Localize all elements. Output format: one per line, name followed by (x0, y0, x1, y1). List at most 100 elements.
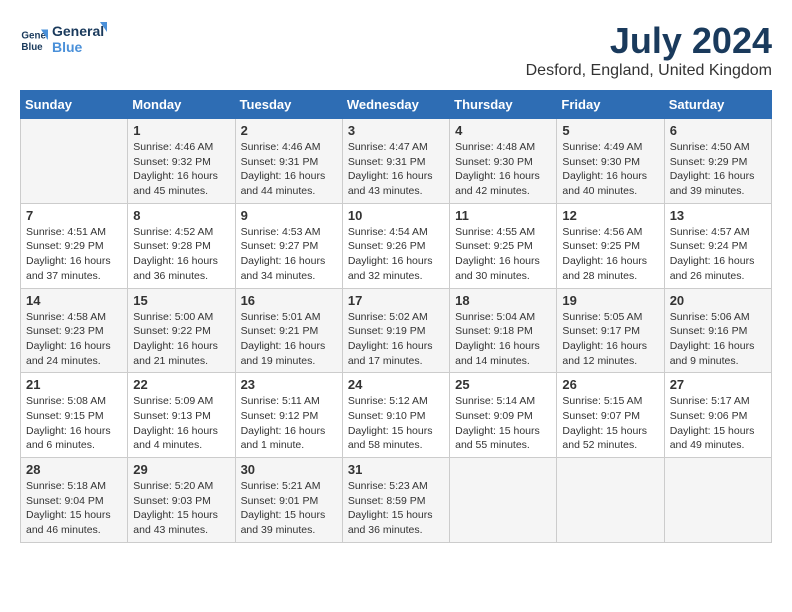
calendar-week-row: 21 Sunrise: 5:08 AM Sunset: 9:15 PM Dayli… (21, 373, 772, 458)
day-info: Sunrise: 5:08 AM Sunset: 9:15 PM Dayligh… (26, 394, 122, 453)
table-row: 9Sunrise: 4:53 AM Sunset: 9:27 PM Daylig… (235, 203, 342, 288)
calendar-week-row: 1Sunrise: 4:46 AM Sunset: 9:32 PM Daylig… (21, 119, 772, 204)
table-row: 30Sunrise: 5:21 AM Sunset: 9:01 PM Dayli… (235, 458, 342, 543)
day-info: Sunrise: 5:11 AM Sunset: 9:12 PM Dayligh… (241, 394, 337, 453)
calendar-header-row: Sunday Monday Tuesday Wednesday Thursday… (21, 91, 772, 119)
day-number: 23 (241, 377, 337, 392)
header-friday: Friday (557, 91, 664, 119)
day-number: 31 (348, 462, 444, 477)
table-row: 29Sunrise: 5:20 AM Sunset: 9:03 PM Dayli… (128, 458, 235, 543)
table-row (21, 119, 128, 204)
table-row: 25 Sunrise: 5:14 AM Sunset: 9:09 PM Dayli… (450, 373, 557, 458)
day-info: Sunrise: 4:47 AM Sunset: 9:31 PM Dayligh… (348, 140, 444, 199)
header-monday: Monday (128, 91, 235, 119)
day-info: Sunrise: 5:04 AM Sunset: 9:18 PM Dayligh… (455, 310, 551, 369)
table-row (664, 458, 771, 543)
month-year-title: July 2024 (526, 20, 772, 62)
day-number: 13 (670, 208, 766, 223)
header-saturday: Saturday (664, 91, 771, 119)
day-info: Sunrise: 4:51 AM Sunset: 9:29 PM Dayligh… (26, 225, 122, 284)
table-row: 28 Sunrise: 5:18 AM Sunset: 9:04 PM Dayli… (21, 458, 128, 543)
day-info: Sunrise: 4:55 AM Sunset: 9:25 PM Dayligh… (455, 225, 551, 284)
header-sunday: Sunday (21, 91, 128, 119)
day-info: Sunrise: 5:01 AM Sunset: 9:21 PM Dayligh… (241, 310, 337, 369)
table-row: 26 Sunrise: 5:15 AM Sunset: 9:07 PM Dayli… (557, 373, 664, 458)
day-info: Sunrise: 4:57 AM Sunset: 9:24 PM Dayligh… (670, 225, 766, 284)
table-row: 21 Sunrise: 5:08 AM Sunset: 9:15 PM Dayli… (21, 373, 128, 458)
table-row: 16 Sunrise: 5:01 AM Sunset: 9:21 PM Dayli… (235, 288, 342, 373)
day-info: Sunrise: 4:56 AM Sunset: 9:25 PM Dayligh… (562, 225, 658, 284)
day-info: Sunrise: 4:52 AM Sunset: 9:28 PM Dayligh… (133, 225, 229, 284)
table-row: 3 Sunrise: 4:47 AM Sunset: 9:31 PM Daylig… (342, 119, 449, 204)
day-number: 14 (26, 293, 122, 308)
day-number: 4 (455, 123, 551, 138)
svg-text:General: General (52, 23, 104, 39)
day-number: 15 (133, 293, 229, 308)
day-number: 5 (562, 123, 658, 138)
day-info: Sunrise: 5:02 AM Sunset: 9:19 PM Dayligh… (348, 310, 444, 369)
table-row: 10 Sunrise: 4:54 AM Sunset: 9:26 PM Dayli… (342, 203, 449, 288)
svg-text:Blue: Blue (21, 42, 43, 53)
day-info: Sunrise: 5:06 AM Sunset: 9:16 PM Dayligh… (670, 310, 766, 369)
day-number: 24 (348, 377, 444, 392)
table-row: 31 Sunrise: 5:23 AM Sunset: 8:59 PM Dayli… (342, 458, 449, 543)
logo-icon: General Blue (20, 26, 48, 54)
calendar-week-row: 28 Sunrise: 5:18 AM Sunset: 9:04 PM Dayli… (21, 458, 772, 543)
table-row: 6Sunrise: 4:50 AM Sunset: 9:29 PM Daylig… (664, 119, 771, 204)
table-row: 14 Sunrise: 4:58 AM Sunset: 9:23 PM Dayli… (21, 288, 128, 373)
day-number: 10 (348, 208, 444, 223)
day-number: 20 (670, 293, 766, 308)
table-row: 12 Sunrise: 4:56 AM Sunset: 9:25 PM Dayli… (557, 203, 664, 288)
title-area: July 2024 Desford, England, United Kingd… (526, 20, 772, 80)
day-info: Sunrise: 5:18 AM Sunset: 9:04 PM Dayligh… (26, 479, 122, 538)
calendar-week-row: 7Sunrise: 4:51 AM Sunset: 9:29 PM Daylig… (21, 203, 772, 288)
calendar-table: Sunday Monday Tuesday Wednesday Thursday… (20, 90, 772, 543)
table-row (450, 458, 557, 543)
table-row: 24Sunrise: 5:12 AM Sunset: 9:10 PM Dayli… (342, 373, 449, 458)
day-info: Sunrise: 4:46 AM Sunset: 9:31 PM Dayligh… (241, 140, 337, 199)
day-info: Sunrise: 5:23 AM Sunset: 8:59 PM Dayligh… (348, 479, 444, 538)
header: General Blue General Blue July 2024 Desf… (20, 20, 772, 80)
calendar-week-row: 14 Sunrise: 4:58 AM Sunset: 9:23 PM Dayli… (21, 288, 772, 373)
day-number: 28 (26, 462, 122, 477)
day-number: 16 (241, 293, 337, 308)
table-row (557, 458, 664, 543)
table-row: 27Sunrise: 5:17 AM Sunset: 9:06 PM Dayli… (664, 373, 771, 458)
day-info: Sunrise: 5:15 AM Sunset: 9:07 PM Dayligh… (562, 394, 658, 453)
day-number: 3 (348, 123, 444, 138)
day-number: 22 (133, 377, 229, 392)
table-row: 13 Sunrise: 4:57 AM Sunset: 9:24 PM Dayli… (664, 203, 771, 288)
day-number: 17 (348, 293, 444, 308)
table-row: 19Sunrise: 5:05 AM Sunset: 9:17 PM Dayli… (557, 288, 664, 373)
table-row: 23 Sunrise: 5:11 AM Sunset: 9:12 PM Dayli… (235, 373, 342, 458)
day-number: 25 (455, 377, 551, 392)
table-row: 7Sunrise: 4:51 AM Sunset: 9:29 PM Daylig… (21, 203, 128, 288)
table-row: 5Sunrise: 4:49 AM Sunset: 9:30 PM Daylig… (557, 119, 664, 204)
day-number: 21 (26, 377, 122, 392)
logo: General Blue General Blue (20, 20, 107, 60)
day-info: Sunrise: 5:20 AM Sunset: 9:03 PM Dayligh… (133, 479, 229, 538)
table-row: 2 Sunrise: 4:46 AM Sunset: 9:31 PM Daylig… (235, 119, 342, 204)
day-number: 1 (133, 123, 229, 138)
day-number: 26 (562, 377, 658, 392)
table-row: 22 Sunrise: 5:09 AM Sunset: 9:13 PM Dayli… (128, 373, 235, 458)
day-number: 27 (670, 377, 766, 392)
svg-text:Blue: Blue (52, 39, 83, 55)
day-info: Sunrise: 4:50 AM Sunset: 9:29 PM Dayligh… (670, 140, 766, 199)
location-subtitle: Desford, England, United Kingdom (526, 62, 772, 80)
header-wednesday: Wednesday (342, 91, 449, 119)
day-info: Sunrise: 4:54 AM Sunset: 9:26 PM Dayligh… (348, 225, 444, 284)
day-info: Sunrise: 5:09 AM Sunset: 9:13 PM Dayligh… (133, 394, 229, 453)
table-row: 15 Sunrise: 5:00 AM Sunset: 9:22 PM Dayli… (128, 288, 235, 373)
header-thursday: Thursday (450, 91, 557, 119)
table-row: 1Sunrise: 4:46 AM Sunset: 9:32 PM Daylig… (128, 119, 235, 204)
day-info: Sunrise: 4:58 AM Sunset: 9:23 PM Dayligh… (26, 310, 122, 369)
day-number: 12 (562, 208, 658, 223)
day-number: 11 (455, 208, 551, 223)
day-info: Sunrise: 5:14 AM Sunset: 9:09 PM Dayligh… (455, 394, 551, 453)
day-number: 2 (241, 123, 337, 138)
table-row: 4Sunrise: 4:48 AM Sunset: 9:30 PM Daylig… (450, 119, 557, 204)
day-info: Sunrise: 5:00 AM Sunset: 9:22 PM Dayligh… (133, 310, 229, 369)
day-info: Sunrise: 5:21 AM Sunset: 9:01 PM Dayligh… (241, 479, 337, 538)
day-number: 9 (241, 208, 337, 223)
